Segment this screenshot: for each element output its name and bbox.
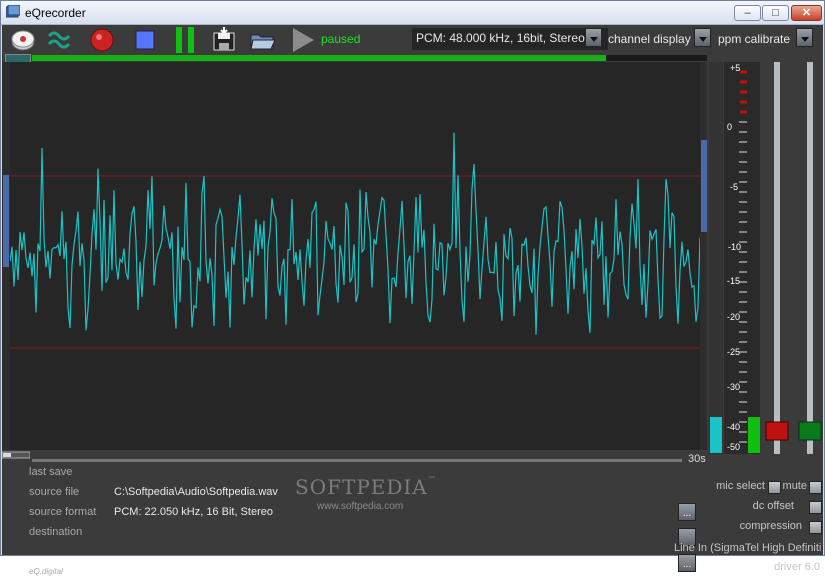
app-icon [6,5,20,18]
channel-display-label: channel display [608,32,691,46]
format-dropdown-button[interactable] [585,28,602,47]
left-level-bar [710,417,722,453]
last-save-label: last save [29,466,73,478]
meter-label-minus50: -50 [727,442,740,452]
app-window: eQrecorder – □ ✕ paused PCM: 48.000 kHz,… [0,0,825,576]
meter-label-minus40: -40 [727,422,740,432]
format-display: PCM: 48.000 kHz, 16bit, Stereo [412,28,608,50]
level-meter: +5 0 -5 -10 -15 -20 -25 -30 -40 -50 [707,62,823,454]
compression-label: compression [739,520,802,532]
progress-fill [32,55,606,61]
input-device-label[interactable]: Line In (SigmaTel High Definiti [674,542,823,554]
meter-label-plus5: +5 [730,63,740,73]
source-format-value: PCM: 22.050 kHz, 16 Bit, Stereo [114,506,273,518]
right-level-bar [748,417,760,453]
left-gain-slider[interactable] [2,62,10,450]
progress-bar [32,55,707,61]
destination-browse-button[interactable]: ... [678,554,696,572]
wave-icon[interactable] [47,27,73,53]
meter-label-minus25: -25 [727,347,740,357]
record-icon[interactable] [89,27,115,53]
left-gain-thumb[interactable] [3,175,9,267]
meter-label-minus30: -30 [727,382,740,392]
left-fader-track[interactable] [774,62,780,454]
ppm-calibrate-dropdown[interactable] [796,28,813,47]
window-title: eQrecorder [25,6,86,20]
toolbar: paused PCM: 48.000 kHz, 16bit, Stereo ch… [2,25,823,54]
oscilloscope [9,62,701,450]
right-fader-track[interactable] [807,62,813,454]
meter-label-0: 0 [727,122,732,132]
ppm-calibrate-label: ppm calibrate [718,32,791,46]
right-fader-knob[interactable] [798,421,822,441]
watermark-url: www.softpedia.com [317,501,404,512]
dc-offset-checkbox[interactable] [809,501,822,514]
source-file-browse-button[interactable]: ... [678,503,696,521]
mic-select-label: mic select [716,480,765,492]
driver-label: driver 6.0 [774,561,820,573]
close-button[interactable]: ✕ [791,5,822,21]
dc-offset-label: dc offset [752,500,794,512]
source-format-label: source format [29,506,97,518]
mute-label: mute [782,480,807,492]
stop-icon[interactable] [132,27,158,53]
source-file-label: source file [29,486,80,498]
watermark-tm: ™ [427,475,437,484]
status-text: paused [321,32,361,46]
save-icon[interactable] [211,27,237,53]
open-folder-icon[interactable] [249,27,275,53]
meter-label-minus15: -15 [727,276,740,286]
watermark: SOFTPEDIA™ [295,475,437,499]
minimize-button[interactable]: – [734,5,761,21]
maximize-button[interactable]: □ [762,5,789,21]
brand-logo: eQ.digital [29,567,63,576]
pause-icon[interactable] [172,27,198,53]
channel-display-dropdown[interactable] [694,28,711,47]
waveform-canvas [9,132,701,349]
meter-label-minus20: -20 [727,312,740,322]
source-file-value: C:\Softpedia\Audio\Softpedia.wav [114,486,278,498]
mic-select-checkbox[interactable] [768,481,781,494]
title-bar: eQrecorder – □ ✕ [1,1,824,25]
play-icon[interactable] [290,27,316,53]
color-scale-icon [2,451,30,459]
disk-icon[interactable] [10,27,36,53]
meter-label-minus5: -5 [730,182,738,192]
watermark-text: SOFTPEDIA [295,475,428,499]
mute-checkbox[interactable] [809,481,822,494]
compression-checkbox[interactable] [809,521,822,534]
destination-label: destination [29,526,83,538]
meter-label-minus10: -10 [728,242,741,252]
client-area: paused PCM: 48.000 kHz, 16bit, Stereo ch… [2,25,823,576]
format-text: PCM: 48.000 kHz, 16bit, Stereo [416,31,585,45]
left-fader-knob[interactable] [765,421,789,441]
waveform [9,132,701,335]
